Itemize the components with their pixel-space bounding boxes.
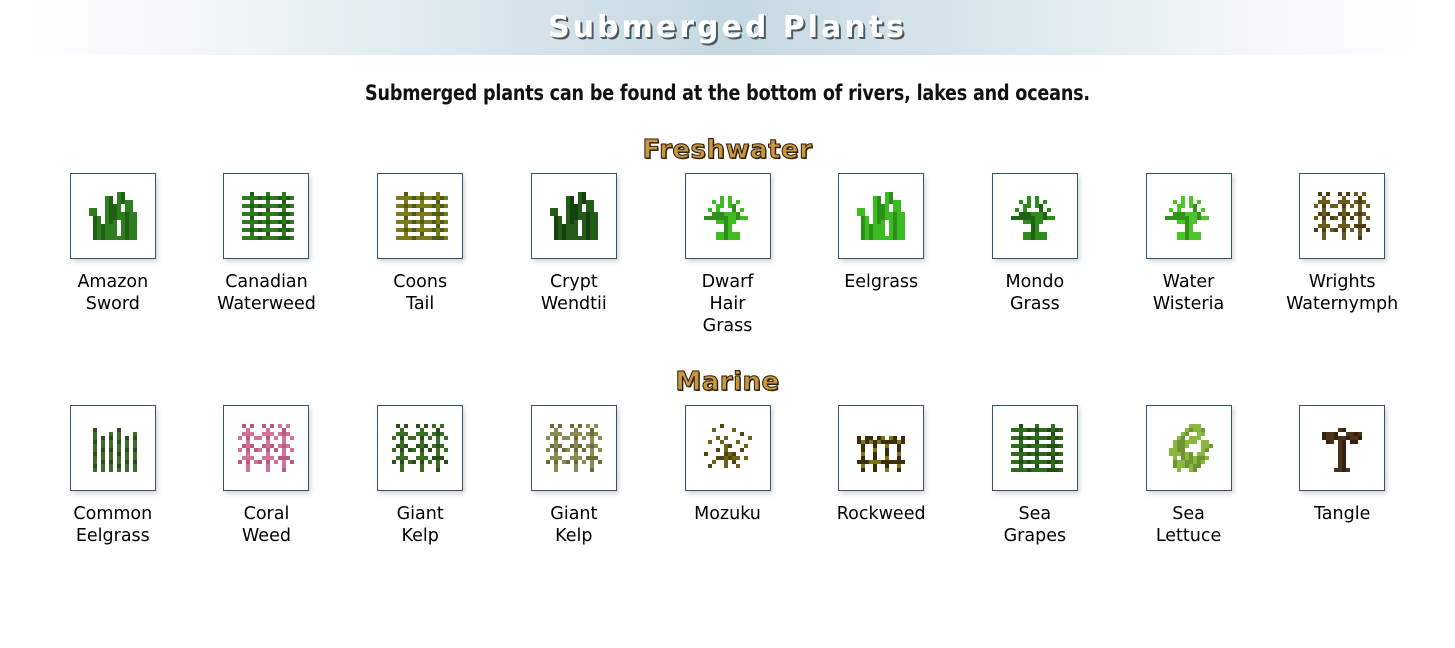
eelgrass-sprite (849, 184, 913, 248)
page-title: Submerged Plants (548, 10, 907, 45)
plant-tile[interactable] (991, 173, 1078, 259)
plant-label: Coons Tail (393, 272, 448, 315)
plant-label: Amazon Sword (77, 272, 149, 315)
plant-cell[interactable]: Eelgrass (804, 173, 958, 293)
plant-tile[interactable] (377, 405, 464, 492)
plant-tile[interactable] (1145, 405, 1232, 492)
mozuku-sprite (696, 416, 760, 480)
plant-label: Common Eelgrass (73, 504, 153, 547)
crypt-wendtii-sprite (542, 184, 606, 248)
mondo-grass-sprite (1003, 184, 1067, 248)
plant-cell[interactable]: Canadian Waterweed (190, 173, 344, 315)
page-subtitle: Submerged plants can be found at the bot… (365, 81, 1090, 105)
plant-label: Giant Kelp (396, 504, 444, 547)
plant-cell[interactable]: Giant Kelp (497, 405, 651, 547)
rockweed-sprite (849, 416, 913, 480)
giant-kelp-sprite (388, 416, 452, 480)
plant-tile[interactable] (838, 405, 925, 492)
plant-tile[interactable] (1299, 173, 1386, 259)
plant-cell[interactable]: Sea Lettuce (1112, 405, 1266, 547)
plant-label: Mozuku (694, 504, 761, 525)
plant-tile[interactable] (377, 173, 464, 259)
plant-tile[interactable] (530, 405, 617, 492)
plant-cell[interactable]: Wrights Waternymph (1265, 173, 1419, 315)
plant-tile[interactable] (69, 173, 156, 259)
plant-tile[interactable] (223, 405, 310, 492)
plant-label: Water Wisteria (1152, 272, 1225, 315)
common-eelgrass-sprite (81, 416, 145, 480)
plant-cell[interactable]: Coons Tail (343, 173, 497, 315)
section-title-freshwater: Freshwater (642, 135, 813, 166)
coral-weed-sprite (234, 416, 298, 480)
coons-tail-sprite (388, 184, 452, 248)
wrights-waternymph-sprite (1310, 184, 1374, 248)
plant-label: Wrights Waternymph (1286, 272, 1399, 315)
plant-label: Canadian Waterweed (217, 272, 316, 315)
plant-tile[interactable] (838, 173, 925, 259)
plant-cell[interactable]: Common Eelgrass (36, 405, 190, 547)
plant-tile[interactable] (1299, 405, 1386, 492)
plant-cell[interactable]: Mondo Grass (958, 173, 1112, 315)
plant-cell[interactable]: Water Wisteria (1112, 173, 1266, 315)
plant-label: Rockweed (836, 504, 926, 525)
page-banner: Submerged Plants (0, 0, 1455, 55)
plant-label: Sea Lettuce (1155, 504, 1222, 547)
plant-label: Mondo Grass (1005, 272, 1065, 315)
sea-grapes-sprite (1003, 416, 1067, 480)
amazon-sword-sprite (81, 184, 145, 248)
plant-cell[interactable]: Dwarf Hair Grass (651, 173, 805, 337)
plant-cell[interactable]: Sea Grapes (958, 405, 1112, 547)
plant-cell[interactable]: Rockweed (804, 405, 958, 525)
dwarf-hair-grass-sprite (696, 184, 760, 248)
plant-row-marine: Common Eelgrass Coral Weed Giant Kelp Giant… (0, 405, 1455, 547)
plant-tile[interactable] (530, 173, 617, 259)
plant-cell[interactable]: Tangle (1265, 405, 1419, 525)
water-wisteria-sprite (1157, 184, 1221, 248)
plant-label: Tangle (1314, 504, 1371, 525)
plant-label: Coral Weed (242, 504, 291, 547)
plant-cell[interactable]: Mozuku (651, 405, 805, 525)
giant-kelp-sprite-2 (542, 416, 606, 480)
plant-label: Sea Grapes (1003, 504, 1067, 547)
plant-label: Eelgrass (844, 272, 919, 292)
section-title-marine: Marine (675, 367, 780, 398)
tangle-sprite (1310, 416, 1374, 480)
plant-tile[interactable] (69, 405, 156, 492)
plant-label: Crypt Wendtii (540, 272, 607, 315)
canadian-waterweed-sprite (234, 184, 298, 248)
sections-container: Freshwater Amazon Sword Canadian Waterweed… (0, 135, 1455, 547)
plant-tile[interactable] (684, 173, 771, 259)
plant-cell[interactable]: Giant Kelp (343, 405, 497, 547)
plant-label: Dwarf Hair Grass (701, 272, 754, 337)
sea-lettuce-sprite (1157, 416, 1221, 480)
plant-tile[interactable] (223, 173, 310, 259)
plant-cell[interactable]: Amazon Sword (36, 173, 190, 315)
plant-tile[interactable] (684, 405, 771, 492)
plant-cell[interactable]: Coral Weed (190, 405, 344, 547)
plant-tile[interactable] (991, 405, 1078, 492)
plant-cell[interactable]: Crypt Wendtii (497, 173, 651, 315)
plant-row-freshwater: Amazon Sword Canadian Waterweed Coons Tail… (0, 173, 1455, 337)
plant-tile[interactable] (1145, 173, 1232, 259)
plant-label: Giant Kelp (550, 504, 598, 547)
